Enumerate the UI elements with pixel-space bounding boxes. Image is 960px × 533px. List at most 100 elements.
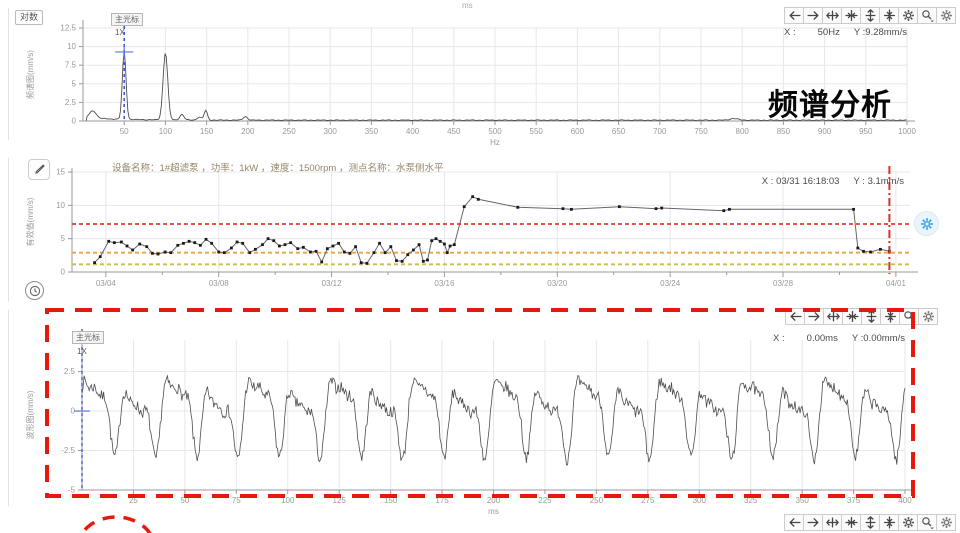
readout-y-value: 9.28mm/s xyxy=(865,27,907,38)
expand-vertical-button[interactable] xyxy=(861,308,881,325)
svg-text:波形图(mm/s): 波形图(mm/s) xyxy=(25,390,35,439)
svg-text:300: 300 xyxy=(324,127,338,136)
readout-x-prefix: X : xyxy=(784,27,796,38)
arrow-right-icon xyxy=(807,516,820,529)
clock-icon xyxy=(29,285,41,297)
spectrum-main-cursor-tag[interactable]: 主光标 xyxy=(111,13,143,26)
svg-text:400: 400 xyxy=(406,127,420,136)
readout-x-value: 50Hz xyxy=(818,27,840,38)
svg-text:03/28: 03/28 xyxy=(773,279,794,288)
compress-vertical-icon xyxy=(884,310,897,323)
waveform-1x-label: 1X xyxy=(77,347,87,356)
settings-button[interactable] xyxy=(936,514,956,531)
zoom-select-button[interactable] xyxy=(917,514,937,531)
svg-text:600: 600 xyxy=(571,127,585,136)
readout-y-prefix: Y : xyxy=(854,27,865,38)
gear-button[interactable] xyxy=(898,514,918,531)
svg-text:25: 25 xyxy=(129,496,138,505)
arrow-left-icon xyxy=(789,310,802,323)
arrow-left-icon xyxy=(788,9,801,22)
expand-horizontal-icon xyxy=(826,9,839,22)
gear-icon xyxy=(920,217,934,231)
svg-text:频谱图(mm/s): 频谱图(mm/s) xyxy=(25,50,35,99)
svg-text:750: 750 xyxy=(694,127,708,136)
svg-text:50: 50 xyxy=(180,496,189,505)
compress-horizontal-icon xyxy=(845,9,858,22)
arrow-left-button[interactable] xyxy=(785,308,805,325)
svg-text:75: 75 xyxy=(232,496,241,505)
history-clock-button[interactable] xyxy=(25,281,44,300)
expand-vertical-button[interactable] xyxy=(860,514,880,531)
svg-text:200: 200 xyxy=(241,127,255,136)
svg-text:450: 450 xyxy=(447,127,461,136)
arrow-right-icon xyxy=(808,310,821,323)
svg-text:7.5: 7.5 xyxy=(65,61,77,70)
waveform-main-cursor-tag[interactable]: 主光标 xyxy=(72,331,104,344)
svg-text:15: 15 xyxy=(56,168,65,177)
svg-text:100: 100 xyxy=(159,127,173,136)
arrow-right-button[interactable] xyxy=(804,308,824,325)
settings-button[interactable] xyxy=(918,308,938,325)
trend-chart-title: 设备名称：1#超滤泵 ，功率：1kW ，速度：1500rpm ，测点名称：水泵侧… xyxy=(112,160,443,174)
spectrum-analysis-annotation: 频谱分析 xyxy=(768,80,892,124)
zoom-select-button[interactable] xyxy=(899,308,919,325)
readout-x-value: 03/31 16:18:03 xyxy=(776,176,839,187)
vibration-analysis-app: ms 对数 主光标 1X X :50HzY :9.28mm/s 50100150… xyxy=(0,0,960,533)
svg-text:5: 5 xyxy=(61,234,66,243)
compress-horizontal-button[interactable] xyxy=(842,308,862,325)
svg-text:700: 700 xyxy=(653,127,667,136)
compress-horizontal-icon xyxy=(846,310,859,323)
svg-text:850: 850 xyxy=(777,127,791,136)
svg-text:950: 950 xyxy=(859,127,873,136)
compress-vertical-button[interactable] xyxy=(879,7,899,24)
svg-text:900: 900 xyxy=(818,127,832,136)
gear-button[interactable] xyxy=(898,7,918,24)
svg-text:10: 10 xyxy=(67,42,76,51)
settings-icon xyxy=(940,9,953,22)
compress-vertical-button[interactable] xyxy=(879,514,899,531)
trend-chart[interactable]: 03/0403/0803/1203/1603/2003/2403/2804/01… xyxy=(0,152,960,305)
svg-text:300: 300 xyxy=(693,496,707,505)
svg-text:5: 5 xyxy=(72,79,77,88)
compress-horizontal-button[interactable] xyxy=(841,7,861,24)
trend-cursor-readout: X : 03/31 16:18:03Y : 3.1mm/s xyxy=(762,176,904,187)
arrow-left-button[interactable] xyxy=(784,514,804,531)
red-dashed-highlight-circle xyxy=(78,517,154,533)
svg-text:250: 250 xyxy=(590,496,604,505)
spectrum-cursor-readout: X : 50Hz Y :9.28mm/s xyxy=(784,27,907,38)
svg-text:03/12: 03/12 xyxy=(322,279,343,288)
compress-vertical-button[interactable] xyxy=(880,308,900,325)
svg-text:200: 200 xyxy=(487,496,501,505)
svg-text:03/16: 03/16 xyxy=(434,279,455,288)
arrow-left-button[interactable] xyxy=(784,7,804,24)
svg-text:2.5: 2.5 xyxy=(64,367,76,376)
arrow-right-icon xyxy=(807,9,820,22)
expand-horizontal-button[interactable] xyxy=(823,308,843,325)
toolbar-waveform xyxy=(786,308,938,325)
edit-button[interactable] xyxy=(28,159,50,180)
readout-y-prefix: Y : xyxy=(852,333,863,344)
trend-settings-button[interactable] xyxy=(914,211,939,236)
settings-button[interactable] xyxy=(936,7,956,24)
pencil-icon xyxy=(33,163,46,176)
svg-text:350: 350 xyxy=(365,127,379,136)
arrow-right-button[interactable] xyxy=(803,514,823,531)
settings-icon xyxy=(940,516,953,529)
waveform-cursor-readout: X :0.00msY :0.00mm/s xyxy=(773,333,905,344)
expand-vertical-button[interactable] xyxy=(860,7,880,24)
svg-text:12.5: 12.5 xyxy=(60,24,76,33)
svg-text:03/04: 03/04 xyxy=(96,279,117,288)
svg-text:-5: -5 xyxy=(68,486,76,495)
compress-horizontal-button[interactable] xyxy=(841,514,861,531)
readout-y-prefix: Y : xyxy=(853,176,864,187)
svg-text:325: 325 xyxy=(744,496,758,505)
expand-horizontal-button[interactable] xyxy=(822,7,842,24)
expand-vertical-icon xyxy=(865,310,878,323)
expand-horizontal-button[interactable] xyxy=(822,514,842,531)
arrow-left-icon xyxy=(788,516,801,529)
arrow-right-button[interactable] xyxy=(803,7,823,24)
svg-text:250: 250 xyxy=(282,127,296,136)
readout-x-prefix: X : xyxy=(762,176,774,187)
svg-text:375: 375 xyxy=(847,496,861,505)
zoom-select-button[interactable] xyxy=(917,7,937,24)
